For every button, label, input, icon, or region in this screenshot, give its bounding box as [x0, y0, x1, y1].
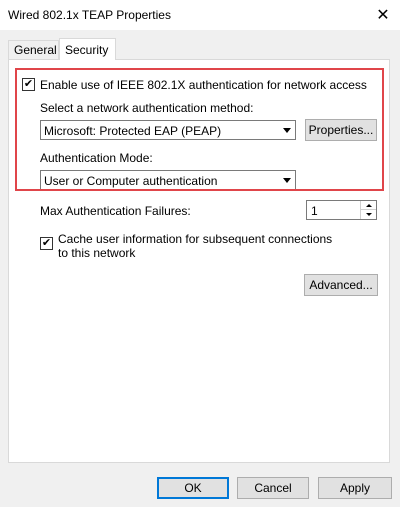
close-button[interactable]: ✕: [366, 0, 400, 30]
tab-general[interactable]: General: [8, 40, 59, 59]
auth-method-label: Select a network authentication method:: [40, 101, 254, 115]
max-failures-spinner[interactable]: 1: [306, 200, 377, 220]
cancel-button[interactable]: Cancel: [237, 477, 309, 499]
cancel-button-label: Cancel: [254, 481, 292, 495]
check-icon: ✔: [41, 237, 52, 249]
auth-mode-value: User or Computer authentication: [44, 174, 218, 188]
auth-method-value: Microsoft: Protected EAP (PEAP): [44, 124, 222, 138]
max-failures-label: Max Authentication Failures:: [40, 204, 191, 218]
auth-mode-select[interactable]: User or Computer authentication: [40, 170, 296, 190]
advanced-button-label: Advanced...: [309, 278, 373, 292]
arrow-up-icon: [365, 203, 372, 207]
window-title: Wired 802.1x TEAP Properties: [8, 8, 171, 22]
apply-button[interactable]: Apply: [318, 477, 392, 499]
title-bar: Wired 802.1x TEAP Properties ✕: [0, 0, 400, 30]
enable-8021x-label: Enable use of IEEE 802.1X authentication…: [40, 78, 367, 92]
spinner-up-button[interactable]: [361, 201, 376, 210]
ok-button[interactable]: OK: [157, 477, 229, 499]
max-failures-value: 1: [311, 204, 318, 218]
tab-security-label: Security: [65, 42, 109, 57]
cache-user-info-label-line2: to this network: [58, 246, 136, 260]
tab-strip: General Security: [8, 38, 388, 60]
auth-mode-label: Authentication Mode:: [40, 151, 153, 165]
dropdown-arrow-icon: [278, 171, 295, 189]
enable-8021x-checkbox[interactable]: ✔: [22, 78, 35, 91]
dropdown-arrow-icon: [278, 121, 295, 139]
spinner-buttons: [360, 201, 376, 219]
properties-button[interactable]: Properties...: [305, 119, 377, 141]
ok-button-label: OK: [184, 481, 202, 495]
arrow-down-icon: [365, 213, 372, 216]
tab-general-label: General: [14, 43, 57, 57]
spinner-down-button[interactable]: [361, 210, 376, 219]
auth-method-select[interactable]: Microsoft: Protected EAP (PEAP): [40, 120, 296, 140]
close-icon: ✕: [376, 7, 390, 24]
apply-button-label: Apply: [339, 481, 371, 495]
tab-security[interactable]: Security: [59, 38, 116, 60]
properties-button-label: Properties...: [308, 123, 374, 137]
cache-user-info-label-line1: Cache user information for subsequent co…: [58, 232, 333, 246]
check-icon: ✔: [23, 78, 34, 90]
advanced-button[interactable]: Advanced...: [304, 274, 378, 296]
properties-dialog: Wired 802.1x TEAP Properties ✕ General S…: [0, 0, 400, 507]
cache-user-info-checkbox[interactable]: ✔: [40, 237, 53, 250]
